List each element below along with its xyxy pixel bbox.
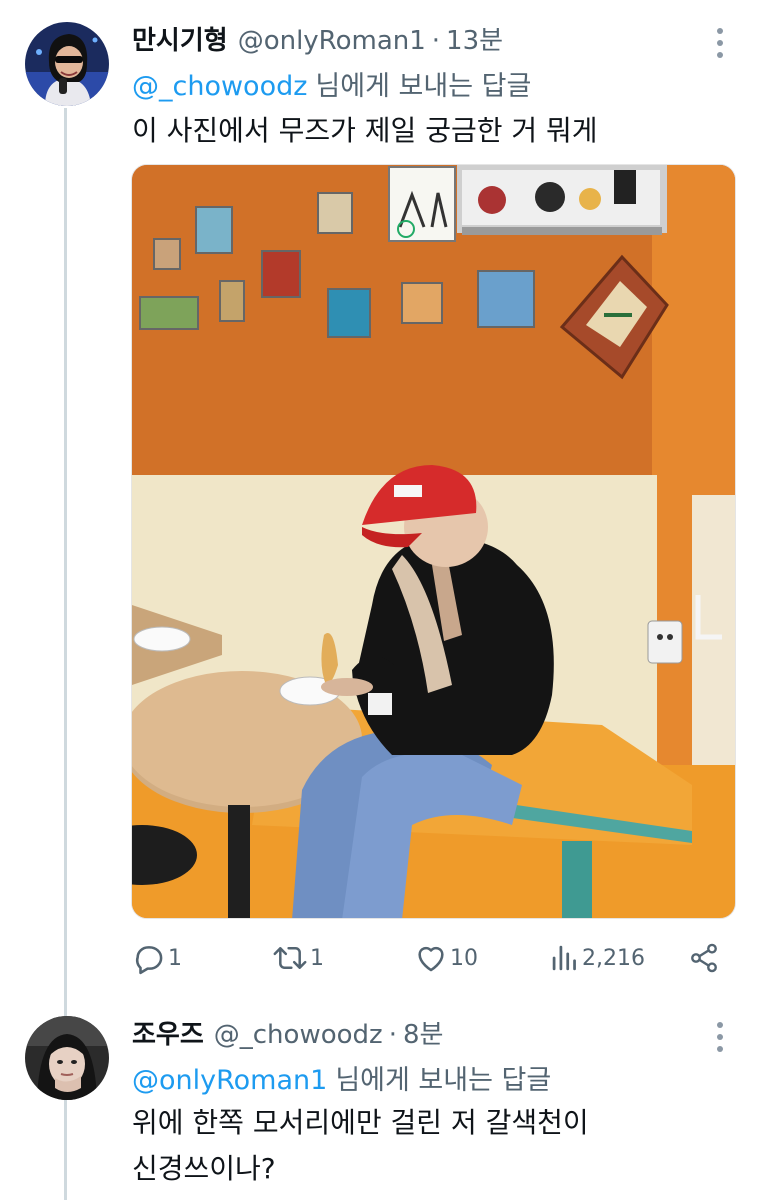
reply-mention-link[interactable]: @_chowoodz bbox=[132, 71, 307, 102]
tweet-text: 이 사진에서 무즈가 제일 궁금한 거 뭐게 bbox=[132, 114, 598, 147]
reply-button[interactable]: 1 bbox=[132, 936, 182, 980]
separator: · bbox=[388, 1020, 397, 1050]
separator: · bbox=[431, 26, 441, 56]
timestamp[interactable]: 8분 bbox=[403, 1014, 443, 1051]
tweet-header: 조우즈 @_chowoodz · 8분 bbox=[132, 1014, 443, 1051]
reply-to-label: 님에게 보내는 답글 bbox=[335, 1065, 552, 1096]
display-name[interactable]: 조우즈 bbox=[132, 1014, 204, 1051]
tweet-photo[interactable] bbox=[131, 164, 736, 919]
retweet-count: 1 bbox=[310, 945, 324, 971]
like-count: 10 bbox=[450, 945, 478, 971]
avatar[interactable] bbox=[25, 1016, 109, 1100]
share-button[interactable] bbox=[688, 936, 720, 980]
tweet-reply-2: 조우즈 @_chowoodz · 8분 @onlyRoman1 님에게 보내는 답… bbox=[0, 1000, 761, 1200]
timestamp[interactable]: 13분 bbox=[446, 20, 503, 57]
views-icon bbox=[550, 941, 580, 975]
reply-to-label: 님에게 보내는 답글 bbox=[315, 71, 532, 102]
tweet-reply-1: 만시기형 @onlyRoman1 · 13분 @_chowoodz 님에게 보내는… bbox=[0, 0, 761, 1000]
tweet-action-bar: 1 1 10 2,216 bbox=[132, 936, 732, 980]
retweet-button[interactable]: 1 bbox=[272, 936, 324, 980]
replying-to: @_chowoodz 님에게 보내는 답글 bbox=[132, 64, 531, 103]
like-icon bbox=[414, 941, 448, 975]
tweet-text-line: 위에 한쪽 모서리에만 걸린 저 갈색천이 bbox=[132, 1106, 589, 1139]
avatar[interactable] bbox=[25, 22, 109, 106]
tweet-header: 만시기형 @onlyRoman1 · 13분 bbox=[132, 20, 503, 57]
user-handle[interactable]: @_chowoodz bbox=[214, 1020, 383, 1050]
display-name[interactable]: 만시기형 bbox=[132, 20, 228, 57]
more-icon[interactable] bbox=[715, 1022, 725, 1052]
reply-icon bbox=[132, 941, 166, 975]
like-button[interactable]: 10 bbox=[414, 936, 478, 980]
tweet-text: 위에 한쪽 모서리에만 걸린 저 갈색천이 신경쓰이나? bbox=[132, 1100, 589, 1192]
reply-count: 1 bbox=[168, 945, 182, 971]
retweet-icon bbox=[272, 941, 308, 975]
views-button[interactable]: 2,216 bbox=[550, 936, 645, 980]
views-count: 2,216 bbox=[582, 945, 645, 971]
replying-to: @onlyRoman1 님에게 보내는 답글 bbox=[132, 1058, 551, 1097]
tweet-text-line: 신경쓰이나? bbox=[132, 1152, 276, 1185]
reply-mention-link[interactable]: @onlyRoman1 bbox=[132, 1065, 327, 1096]
share-icon bbox=[688, 941, 720, 975]
user-handle[interactable]: @onlyRoman1 bbox=[238, 26, 426, 56]
more-icon[interactable] bbox=[715, 28, 725, 58]
